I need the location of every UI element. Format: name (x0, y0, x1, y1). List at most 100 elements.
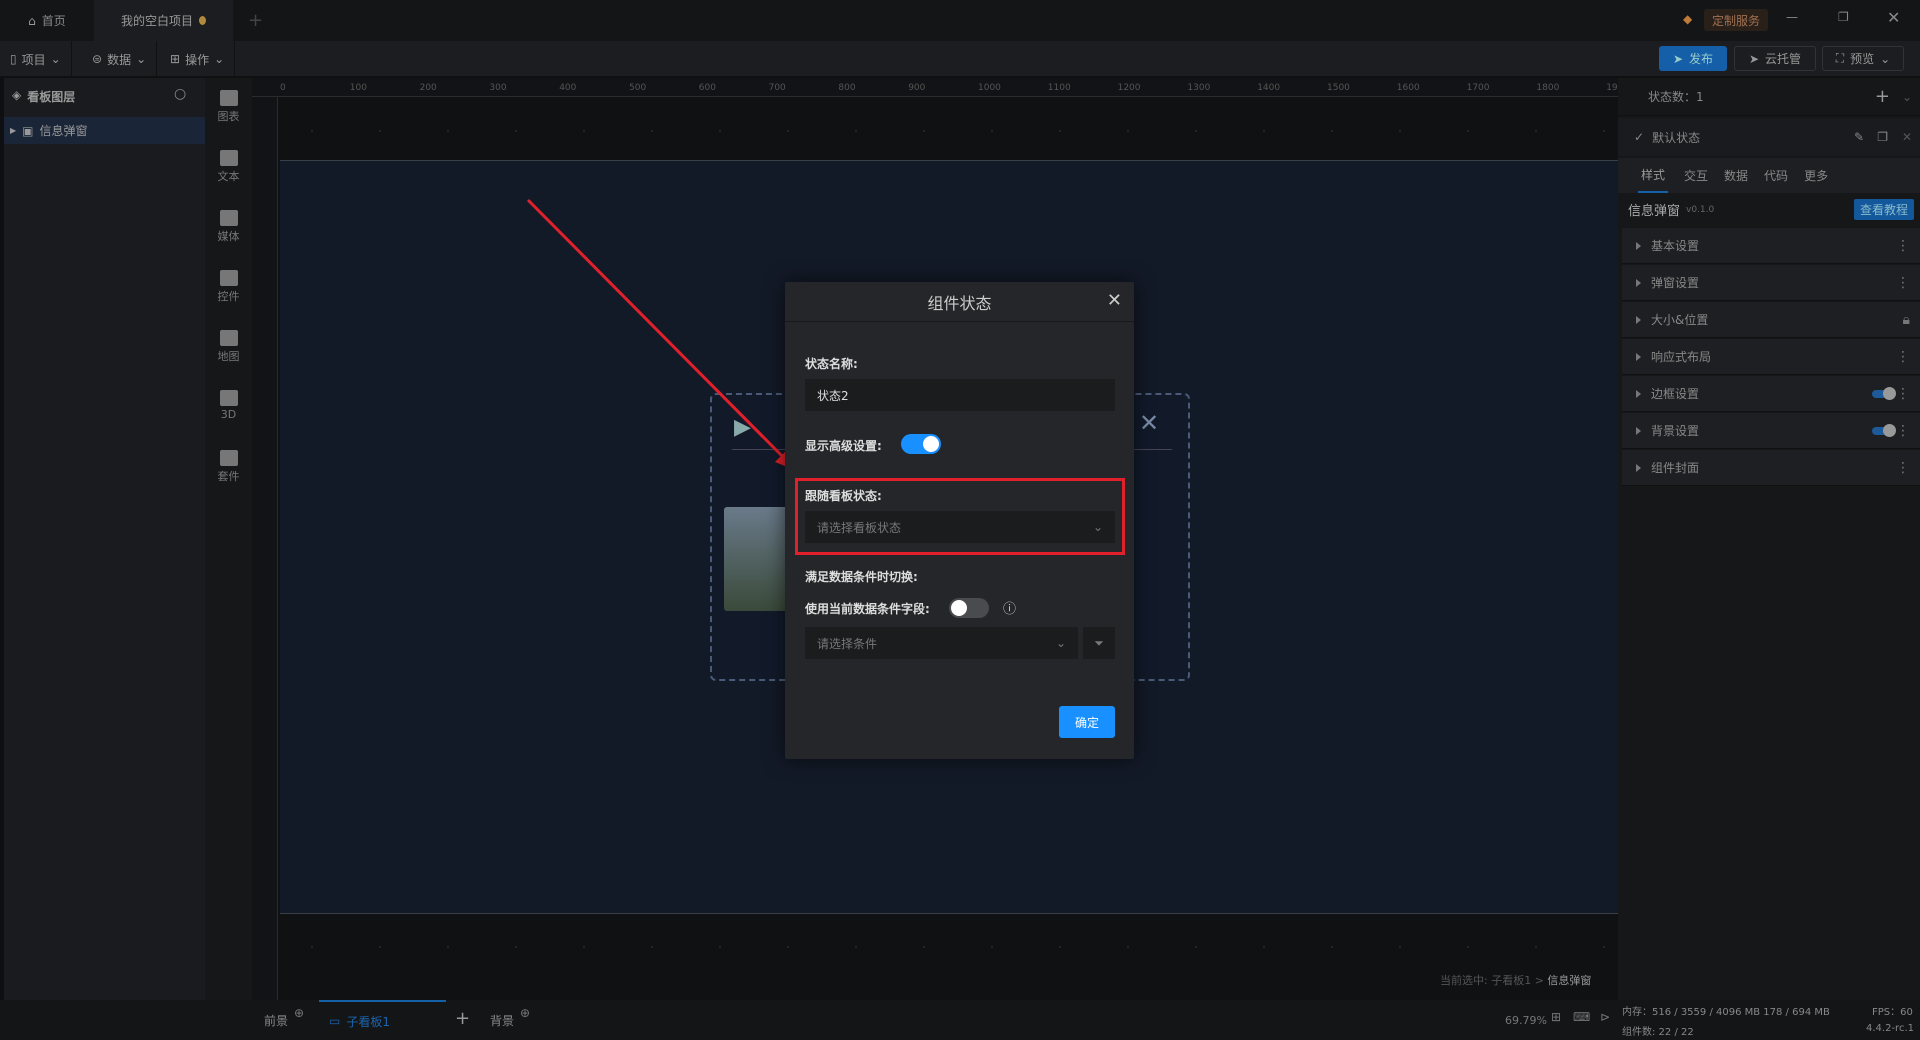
state-panel: 状态数：1 + ⌄ ✓ 默认状态 ✎ ❐ ✕ 样式 交互 数据 代码 更多 信息弹… (1618, 78, 1920, 1000)
ruler-tick-label: 1800 (1536, 83, 1560, 93)
section-cover[interactable]: 组件封面 ⋮ (1622, 450, 1920, 486)
minimize-button[interactable]: — (1786, 10, 1798, 24)
more-icon[interactable]: ⋮ (1896, 276, 1910, 290)
property-tabs: 样式 交互 数据 代码 更多 (1618, 158, 1920, 193)
menu-data[interactable]: ⊜ 数据 ⌄ (82, 41, 158, 77)
tab-background[interactable]: 背景⊕ (490, 1006, 530, 1029)
use-field-toggle[interactable] (949, 598, 989, 618)
confirm-button[interactable]: 确定 (1059, 706, 1115, 738)
component-count: 组件数: 22 / 22 (1622, 1027, 1694, 1038)
ruler-tick-label: 900 (908, 83, 926, 93)
section-basic[interactable]: 基本设置 ⋮ (1622, 228, 1920, 264)
more-icon[interactable]: ⋮ (1896, 387, 1910, 401)
border-toggle[interactable] (1872, 386, 1896, 400)
component-3d[interactable]: 3D (205, 390, 252, 421)
menu-project[interactable]: ▯ 项目 ⌄ (0, 41, 72, 77)
help-icon[interactable]: ⓘ (1003, 598, 1016, 617)
delete-icon[interactable]: ✕ (1902, 130, 1912, 144)
component-media[interactable]: 媒体 (205, 210, 252, 244)
section-border[interactable]: 边框设置 ⋮ (1622, 376, 1920, 412)
close-icon: ✕ (1139, 409, 1160, 437)
fullscreen-icon: ⛶ (1835, 51, 1845, 65)
tab-style[interactable]: 样式 (1638, 158, 1669, 193)
section-popup[interactable]: 弹窗设置 ⋮ (1622, 265, 1920, 301)
close-window-button[interactable]: ✕ (1887, 8, 1900, 27)
layer-item[interactable]: ▶ ▣ 信息弹窗 (4, 117, 205, 144)
add-state-button[interactable]: + (1875, 86, 1890, 107)
add-circle-icon[interactable]: ⊕ (520, 1006, 530, 1020)
view-tutorial-button[interactable]: 查看教程 (1853, 199, 1914, 220)
ruler-tick-label: 1100 (1047, 83, 1071, 93)
tab-code[interactable]: 代码 (1764, 167, 1788, 184)
new-tab-button[interactable]: + (248, 10, 263, 31)
component-map[interactable]: 地图 (205, 330, 252, 364)
vertical-ruler (252, 97, 278, 1000)
state-count-row: 状态数：1 + ⌄ (1618, 78, 1920, 116)
caret-right-icon (1636, 241, 1641, 250)
component-state-dialog: 组件状态 ✕ 状态名称: 状态2 显示高级设置: 跟随看板状态: 请选择看板状态… (785, 282, 1134, 759)
tab-home[interactable]: ⌂ 首页 (0, 0, 94, 41)
ruler-tick-label: 1200 (1117, 83, 1141, 93)
cloud-host-button[interactable]: ➤ 云托管 (1734, 46, 1816, 71)
fit-screen-icon[interactable]: ⊞ (1551, 1010, 1561, 1024)
maximize-button[interactable]: ❐ (1838, 10, 1849, 24)
follow-board-state-select[interactable]: 请选择看板状态 ⌄ (805, 511, 1115, 543)
grid-icon: ⊞ (170, 52, 181, 66)
data-condition-label: 满足数据条件时切换: (805, 570, 918, 584)
condition-select[interactable]: 请选择条件 ⌄ (805, 627, 1078, 659)
tab-foreground[interactable]: 前景⊕ (264, 1006, 304, 1029)
chevron-down-icon: ⌄ (214, 52, 225, 66)
toggle-knob (951, 600, 967, 616)
more-icon[interactable]: ⋮ (1896, 424, 1910, 438)
background-toggle[interactable] (1872, 423, 1896, 437)
section-size-position[interactable]: 大小&位置 🔒︎ (1622, 302, 1920, 338)
component-control[interactable]: 控件 (205, 270, 252, 304)
ruler-tick-label: 1000 (978, 83, 1001, 93)
more-icon[interactable]: ⋮ (1896, 461, 1910, 475)
search-icon[interactable]: ○ (174, 86, 186, 102)
add-circle-icon[interactable]: ⊕ (294, 1006, 304, 1020)
section-responsive[interactable]: 响应式布局 ⋮ (1622, 339, 1920, 375)
preview-button[interactable]: ⛶ 预览 ⌄ (1822, 46, 1904, 71)
tab-subboard[interactable]: ▭ 子看板1 (319, 1000, 446, 1040)
database-icon: ⊜ (92, 52, 103, 66)
publish-button[interactable]: ➤ 发布 (1659, 46, 1727, 71)
edit-icon[interactable]: ✎ (1854, 130, 1864, 144)
caret-right-icon (1636, 278, 1641, 287)
map-icon (219, 330, 238, 346)
ruler-tick-label: 300 (489, 83, 507, 93)
state-name-input[interactable]: 状态2 (805, 379, 1115, 411)
section-background[interactable]: 背景设置 ⋮ (1622, 413, 1920, 449)
send-icon: ➤ (1672, 51, 1684, 66)
more-icon[interactable]: ⋮ (1896, 350, 1910, 364)
custom-service-button[interactable]: 定制服务 (1704, 9, 1769, 31)
tab-more[interactable]: 更多 (1804, 167, 1828, 184)
close-dialog-button[interactable]: ✕ (1107, 290, 1122, 311)
board-icon: ▭ (329, 1014, 341, 1028)
selection-path: 当前选中: 子看板1 > 信息弹窗 (1440, 974, 1592, 987)
lock-icon[interactable]: 🔒︎ (1903, 313, 1910, 327)
copy-icon[interactable]: ❐ (1877, 130, 1888, 144)
keyboard-icon[interactable]: ⌨ (1573, 1010, 1590, 1024)
component-chart[interactable]: 图表 (205, 90, 252, 124)
layers-icon: ◈ (12, 88, 22, 102)
more-icon[interactable]: ⋮ (1896, 239, 1910, 253)
app-version: 4.4.2-rc.1 (1866, 1023, 1914, 1034)
zoom-level[interactable]: 69.79% (1505, 1014, 1547, 1027)
chevron-down-icon[interactable]: ⌄ (1902, 90, 1912, 104)
camera-icon (219, 210, 238, 226)
tab-project[interactable]: 我的空白项目 (94, 0, 233, 41)
ruler-tick-label: 100 (349, 83, 367, 93)
add-filter-button[interactable]: ⏷ (1083, 627, 1115, 659)
component-kit[interactable]: 套件 (205, 450, 252, 484)
terminal-icon[interactable]: ⊳ (1600, 1010, 1610, 1024)
component-text[interactable]: 文本 (205, 150, 252, 184)
default-state-row[interactable]: ✓ 默认状态 ✎ ❐ ✕ (1618, 118, 1920, 156)
tab-data[interactable]: 数据 (1724, 167, 1748, 184)
ruler-tick-label: 1400 (1257, 83, 1281, 93)
layer-panel: ◈ 看板图层 ○ ▶ ▣ 信息弹窗 (4, 78, 205, 1000)
menu-operation[interactable]: ⊞ 操作 ⌄ (160, 41, 236, 77)
add-board-button[interactable]: + (455, 1008, 470, 1029)
tab-interaction[interactable]: 交互 (1684, 167, 1708, 184)
advanced-settings-toggle[interactable] (901, 434, 941, 454)
